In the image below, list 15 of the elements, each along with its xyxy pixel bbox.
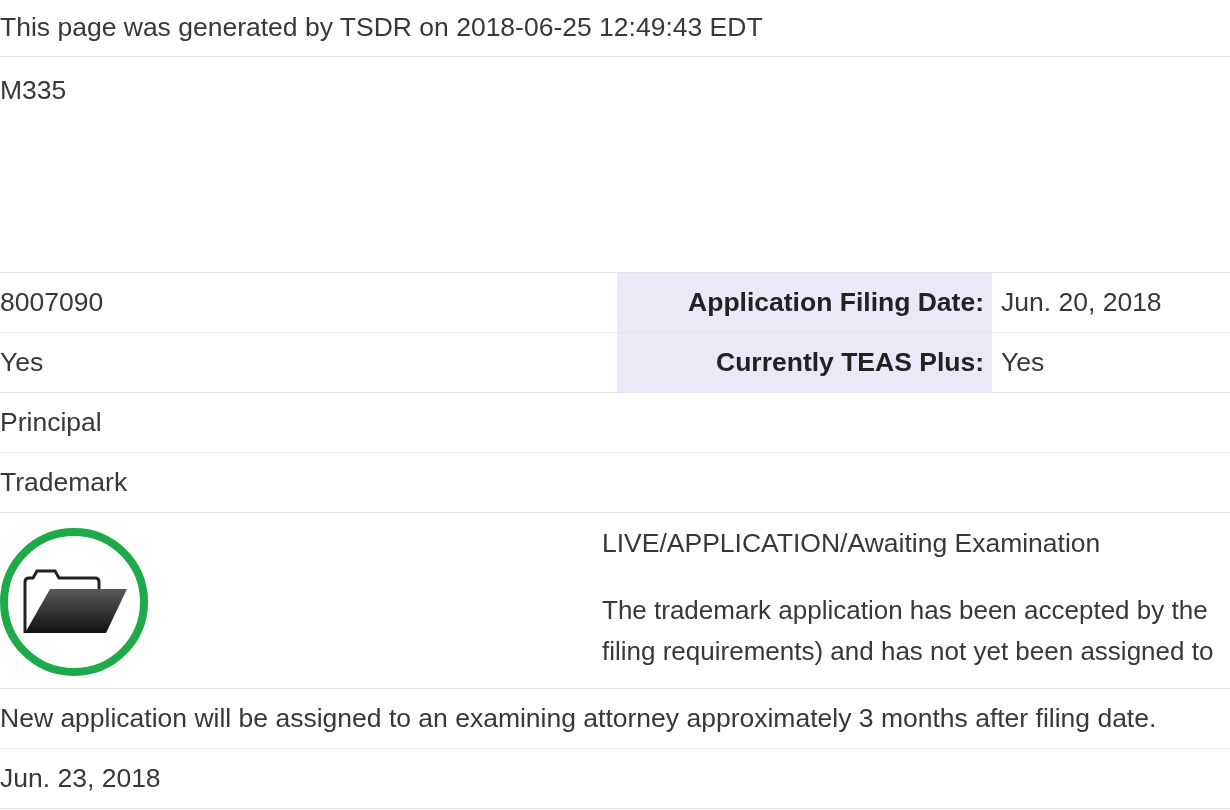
status-description: filing requirements) and has not yet been assigned to bbox=[602, 635, 1215, 668]
row-value: 8007090 bbox=[0, 285, 104, 319]
field-value: Jun. 20, 2018 bbox=[1001, 285, 1162, 319]
field-value: Yes bbox=[1001, 345, 1045, 379]
status-description: The trademark application has been accepted by the bbox=[602, 594, 1209, 627]
mark-text: M335 bbox=[0, 75, 67, 105]
row-value: Yes bbox=[0, 345, 44, 379]
row-value: Trademark bbox=[0, 465, 128, 499]
row-value: Principal bbox=[0, 405, 102, 439]
field-label: Currently TEAS Plus: bbox=[716, 345, 984, 379]
row-value: New application will be assigned to an examining attorney approximately 3 months after filing date. bbox=[0, 701, 1157, 735]
row-value: Jun. 23, 2018 bbox=[0, 761, 161, 795]
field-label: Application Filing Date: bbox=[688, 285, 984, 319]
status-text: LIVE/APPLICATION/Awaiting Examination bbox=[602, 527, 1102, 559]
generated-note: This page was generated by TSDR on 2018-06-25 12:49:43 EDT bbox=[0, 11, 763, 45]
